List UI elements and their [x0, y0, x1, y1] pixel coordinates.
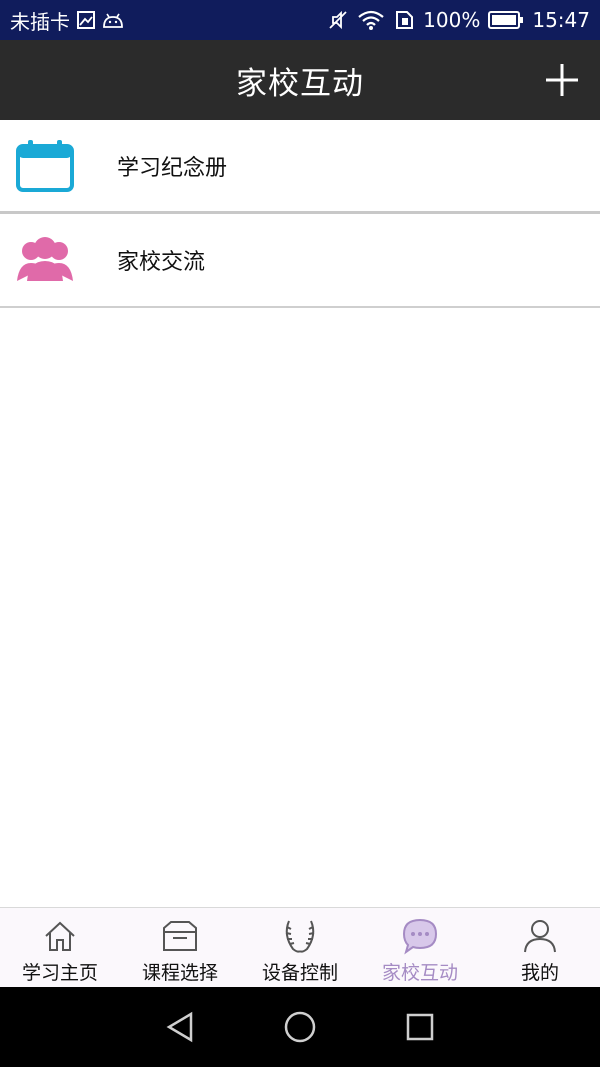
- tab-label: 学习主页: [21, 962, 98, 984]
- app-bar: 家校互动: [0, 40, 600, 120]
- page-title: 家校互动: [236, 65, 364, 102]
- tab-label: 设备控制: [261, 962, 338, 984]
- chat-bubble-icon: [400, 916, 440, 956]
- home-icon: [40, 916, 80, 956]
- bottom-tab-bar: 学习主页 课程选择 设备控制 家校互动 我的: [0, 907, 600, 987]
- list-item-label: 学习纪念册: [117, 155, 228, 181]
- system-nav-bar: [0, 987, 600, 1067]
- tab-device-control[interactable]: 设备控制: [240, 908, 360, 987]
- battery-percent: 100%: [423, 8, 481, 32]
- plus-icon: [546, 64, 578, 96]
- person-icon: [520, 916, 560, 956]
- list-item-label: 家校交流: [117, 250, 206, 275]
- tab-label: 课程选择: [141, 962, 218, 984]
- tray-icon: [160, 916, 200, 956]
- tab-label: 家校互动: [381, 962, 458, 984]
- tab-course-select[interactable]: 课程选择: [120, 908, 240, 987]
- back-button[interactable]: [155, 1002, 205, 1052]
- carrier-text: 未插卡: [10, 9, 70, 34]
- tab-study-home[interactable]: 学习主页: [0, 908, 120, 987]
- people-icon: [15, 230, 75, 290]
- sim-icon: [393, 9, 415, 31]
- status-right: 100% 15:47: [327, 8, 590, 32]
- recents-square-icon: [406, 1013, 434, 1041]
- home-circle-icon: [284, 1011, 316, 1043]
- status-bar: 未插卡 100% 15:47: [0, 0, 600, 40]
- image-icon: [76, 10, 96, 30]
- menu-list: 学习纪念册 家校交流: [0, 120, 600, 308]
- back-triangle-icon: [166, 1011, 193, 1043]
- laurel-icon: [280, 916, 320, 956]
- wifi-icon: [357, 9, 385, 31]
- status-left: 未插卡: [10, 6, 327, 35]
- list-item-home-school-chat[interactable]: 家校交流: [0, 214, 600, 308]
- battery-icon: [488, 10, 524, 30]
- add-button[interactable]: [540, 58, 584, 102]
- mute-icon: [327, 9, 349, 31]
- clock-time: 15:47: [532, 8, 590, 32]
- content-area: [0, 310, 600, 907]
- tab-label: 我的: [520, 962, 559, 984]
- calendar-icon: [15, 136, 75, 196]
- list-item-study-album[interactable]: 学习纪念册: [0, 120, 600, 214]
- android-icon: [102, 11, 124, 29]
- home-nav-button[interactable]: [275, 1002, 325, 1052]
- tab-mine[interactable]: 我的: [480, 908, 600, 987]
- tab-home-school[interactable]: 家校互动: [360, 908, 480, 987]
- recents-button[interactable]: [395, 1002, 445, 1052]
